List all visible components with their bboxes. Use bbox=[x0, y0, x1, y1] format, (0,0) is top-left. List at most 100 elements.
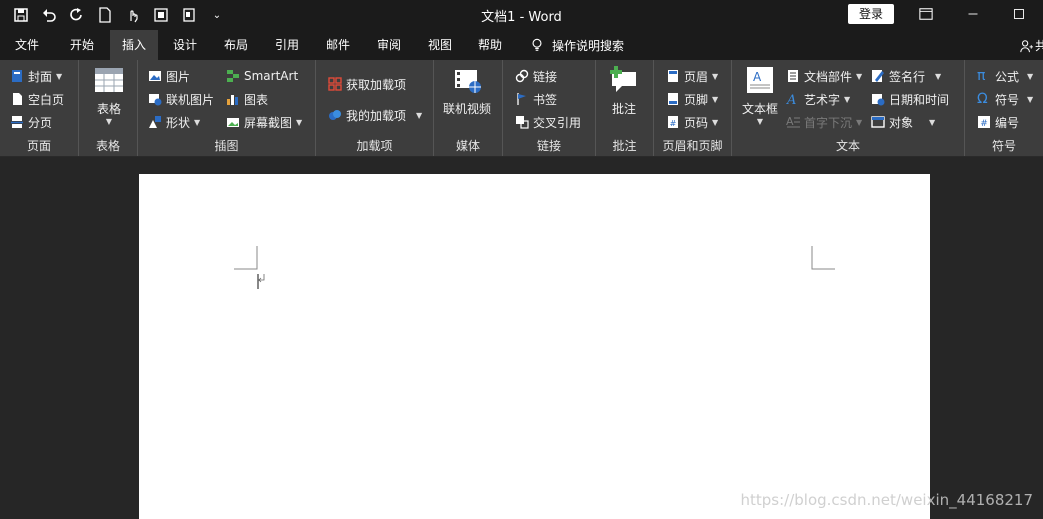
tab-mailings[interactable]: 邮件 bbox=[326, 30, 350, 60]
chart-button[interactable]: 图表 bbox=[226, 89, 268, 109]
equation-label: 公式 bbox=[995, 69, 1020, 84]
comment-button[interactable]: 批注 bbox=[608, 64, 640, 117]
textbox-button[interactable]: A 文本框 ▼ bbox=[742, 64, 778, 126]
tab-review[interactable]: 审阅 bbox=[377, 30, 401, 60]
tab-home[interactable]: 开始 bbox=[70, 30, 94, 60]
cover-page-button[interactable]: 封面 ▼ bbox=[10, 66, 62, 86]
my-addins-button[interactable]: 我的加载项 ▼ bbox=[328, 105, 422, 125]
drop-cap-icon: A bbox=[786, 115, 800, 128]
store-icon bbox=[328, 77, 342, 91]
equation-button[interactable]: π 公式 ▼ bbox=[977, 66, 1033, 86]
wordart-label: 艺术字 bbox=[804, 92, 841, 107]
tab-layout[interactable]: 布局 bbox=[224, 30, 248, 60]
quick-parts-button[interactable]: 文档部件 ▼ bbox=[786, 66, 862, 86]
tab-view[interactable]: 视图 bbox=[428, 30, 452, 60]
shapes-icon bbox=[149, 116, 161, 128]
header-label: 页眉 bbox=[684, 69, 709, 84]
tab-help[interactable]: 帮助 bbox=[478, 30, 502, 60]
online-video-label: 联机视频 bbox=[443, 102, 492, 116]
link-button[interactable]: 链接 bbox=[515, 66, 557, 86]
number-button[interactable]: # 编号 bbox=[977, 112, 1019, 132]
group-text: A 文本框 ▼ 文档部件 ▼ A 艺术字 ▼ A 首字下沉 ▼ 签名行 ▼ 日期和时间 bbox=[732, 60, 965, 156]
minimize-icon[interactable] bbox=[963, 5, 983, 23]
table-label: 表格 bbox=[96, 102, 121, 116]
table-icon bbox=[95, 68, 123, 92]
number-icon: # bbox=[978, 116, 990, 129]
chevron-down-icon: ▼ bbox=[105, 117, 113, 126]
online-picture-icon bbox=[149, 94, 162, 106]
smartart-button[interactable]: SmartArt bbox=[226, 66, 298, 86]
document-page[interactable] bbox=[139, 174, 930, 519]
share-button[interactable]: 共 bbox=[1019, 37, 1043, 54]
svg-text:A: A bbox=[753, 70, 762, 84]
drop-cap-button[interactable]: A 首字下沉 ▼ bbox=[786, 112, 862, 132]
signature-line-icon bbox=[872, 70, 884, 82]
blank-page-button[interactable]: 空白页 bbox=[10, 89, 64, 109]
group-label: 媒体 bbox=[455, 139, 480, 153]
group-label: 表格 bbox=[95, 139, 120, 153]
table-button[interactable]: 表格 ▼ bbox=[93, 64, 125, 126]
chart-label: 图表 bbox=[244, 92, 269, 107]
bookmark-icon bbox=[517, 93, 526, 105]
shapes-button[interactable]: 形状 ▼ bbox=[148, 112, 200, 132]
login-button[interactable]: 登录 bbox=[848, 4, 894, 24]
svg-text:#: # bbox=[670, 119, 677, 128]
group-label: 插图 bbox=[214, 139, 239, 153]
wordart-button[interactable]: A 艺术字 ▼ bbox=[786, 89, 850, 109]
quick-parts-icon bbox=[788, 70, 798, 82]
page-number-button[interactable]: # 页码 ▼ bbox=[666, 112, 718, 132]
tab-references[interactable]: 引用 bbox=[275, 30, 299, 60]
chevron-down-icon: ▼ bbox=[416, 110, 423, 120]
svg-text:A: A bbox=[786, 115, 794, 128]
tell-me-search[interactable]: 操作说明搜索 bbox=[530, 30, 624, 60]
chevron-down-icon: ▼ bbox=[712, 117, 719, 127]
page-break-button[interactable]: 分页 bbox=[10, 112, 52, 132]
screenshot-button[interactable]: 屏幕截图 ▼ bbox=[226, 112, 302, 132]
pictures-button[interactable]: 图片 bbox=[148, 66, 190, 86]
link-icon bbox=[515, 69, 529, 83]
ribbon-display-options-icon[interactable] bbox=[916, 5, 936, 23]
online-pictures-button[interactable]: 联机图片 bbox=[148, 89, 214, 109]
ribbon-tabs: 文件 开始 插入 设计 布局 引用 邮件 审阅 视图 帮助 操作说明搜索 共 bbox=[0, 30, 1043, 60]
date-time-button[interactable]: 日期和时间 bbox=[871, 89, 949, 109]
object-button[interactable]: 对象 ▼ bbox=[871, 112, 935, 132]
tab-insert[interactable]: 插入 bbox=[110, 30, 158, 60]
signature-line-button[interactable]: 签名行 ▼ bbox=[871, 66, 941, 86]
group-pages: 封面 ▼ 空白页 分页 页面 bbox=[0, 60, 79, 156]
group-label: 页面 bbox=[26, 139, 51, 153]
cross-reference-label: 交叉引用 bbox=[533, 115, 582, 130]
page-number-label: 页码 bbox=[684, 115, 709, 130]
symbol-label: 符号 bbox=[995, 92, 1020, 107]
blank-page-icon bbox=[13, 93, 22, 105]
tab-file[interactable]: 文件 bbox=[15, 30, 39, 60]
chevron-down-icon: ▼ bbox=[756, 117, 764, 126]
chevron-down-icon: ▼ bbox=[844, 94, 851, 104]
chevron-down-icon: ▼ bbox=[194, 117, 201, 127]
symbol-button[interactable]: Ω 符号 ▼ bbox=[977, 89, 1033, 109]
signature-line-label: 签名行 bbox=[889, 69, 926, 84]
get-addins-button[interactable]: 获取加载项 bbox=[328, 74, 406, 94]
bookmark-button[interactable]: 书签 bbox=[515, 89, 557, 109]
tell-me-label: 操作说明搜索 bbox=[552, 38, 625, 53]
maximize-icon[interactable] bbox=[1009, 5, 1029, 23]
chevron-down-icon: ▼ bbox=[56, 71, 63, 81]
group-symbols: π 公式 ▼ Ω 符号 ▼ # 编号 符号 bbox=[965, 60, 1043, 156]
chevron-down-icon: ▼ bbox=[296, 117, 303, 127]
footer-button[interactable]: 页脚 ▼ bbox=[666, 89, 718, 109]
margin-marks bbox=[234, 246, 835, 289]
cross-reference-icon bbox=[516, 116, 529, 129]
watermark: https://blog.csdn.net/weixin_44168217 bbox=[740, 491, 1033, 509]
group-comments: 批注 批注 bbox=[596, 60, 654, 156]
group-tables: 表格 ▼ 表格 bbox=[79, 60, 138, 156]
online-video-button[interactable]: 联机视频 bbox=[443, 64, 491, 117]
wordart-icon: A bbox=[786, 93, 796, 106]
comment-icon bbox=[610, 66, 636, 92]
cross-reference-button[interactable]: 交叉引用 bbox=[515, 112, 581, 132]
textbox-icon: A bbox=[747, 67, 773, 93]
svg-text:#: # bbox=[980, 119, 988, 129]
header-icon bbox=[668, 70, 678, 82]
header-button[interactable]: 页眉 ▼ bbox=[666, 66, 718, 86]
share-label: 共 bbox=[1035, 39, 1043, 53]
tab-design[interactable]: 设计 bbox=[173, 30, 197, 60]
online-video-icon bbox=[455, 70, 481, 93]
